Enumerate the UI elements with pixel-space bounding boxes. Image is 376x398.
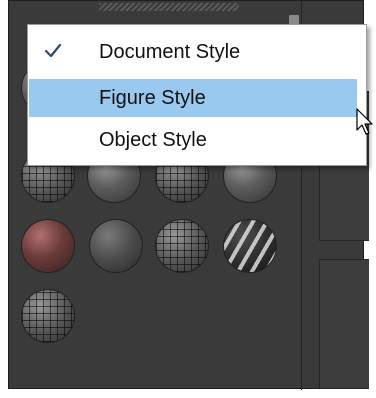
menu-item-label: Figure Style bbox=[99, 86, 206, 109]
checkmark-icon bbox=[44, 43, 62, 58]
menu-item-object-style[interactable]: Object Style bbox=[29, 121, 357, 159]
menu-item-label: Document Style bbox=[99, 40, 241, 63]
side-pane-bottom bbox=[319, 259, 369, 389]
material-swatch-striped[interactable] bbox=[223, 219, 277, 273]
menu-item-document-style[interactable]: Document Style bbox=[29, 33, 357, 71]
menu-item-label: Object Style bbox=[99, 128, 207, 151]
menu-item-figure-style[interactable]: Figure Style bbox=[29, 79, 357, 117]
material-swatch-wireframe[interactable] bbox=[21, 289, 75, 343]
material-swatch-wireframe[interactable] bbox=[155, 219, 209, 273]
panel-drag-handle[interactable] bbox=[99, 3, 239, 11]
material-swatch-red[interactable] bbox=[21, 219, 75, 273]
style-context-menu: Document Style Figure Style Object Style bbox=[27, 24, 367, 166]
material-swatch-dark[interactable] bbox=[89, 219, 143, 273]
mouse-pointer-icon bbox=[356, 108, 373, 135]
